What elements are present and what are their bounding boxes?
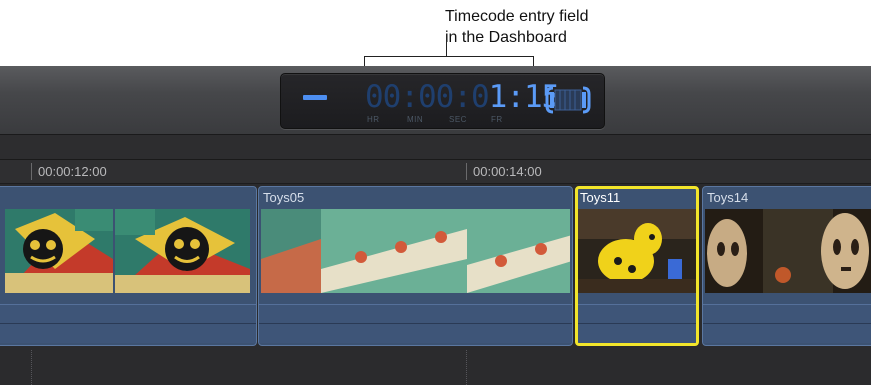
timeline-clip-toys-box[interactable] [0,186,257,346]
timeline-clip-toys05[interactable]: Toys05 [258,186,573,346]
ruler-tick [31,163,32,180]
unit-hr: HR [367,115,380,124]
timeline-empty-area [0,350,871,385]
filmstrip-clip-icon[interactable] [543,84,593,116]
timeline-clip-toys14[interactable]: Toys14 [702,186,871,346]
primary-storyline: Toys05 Toys11 Toys14 [0,184,871,350]
ruler-tick [466,163,467,180]
clip-thumbnail [578,209,696,293]
annotation-leader-line [446,42,447,56]
gridline [466,350,468,385]
timecode-units: HR MIN SEC FR [365,115,515,125]
clip-name: Toys14 [707,190,749,205]
ruler-label-2: 00:00:14:00 [473,164,542,179]
clip-thumbnail [5,209,113,293]
clip-name: Toys05 [263,190,305,205]
toolbar: 00:00:01:15 HR MIN SEC FR [0,66,871,135]
timecode-entry-field[interactable]: 00:00:01:15 [365,79,560,115]
ruler-label-1: 00:00:12:00 [38,164,107,179]
clip-filmstrip [261,209,570,293]
annotation-callout: Timecode entry field in the Dashboard [445,6,675,48]
clip-filmstrip [0,209,254,293]
clip-filmstrip [578,209,696,293]
unit-sec: SEC [449,115,467,124]
annotation-line-2: in the Dashboard [445,29,567,46]
clip-filmstrip [705,209,871,293]
timeline-header-bar [0,135,871,160]
minus-icon[interactable] [303,95,327,100]
clip-name: Toys11 [580,190,621,205]
timeline-clip-toys11[interactable]: Toys11 [575,186,699,346]
clip-audio-waveform [0,304,256,343]
clip-audio-waveform [578,304,696,343]
clip-thumbnail [261,209,570,293]
dashboard: 00:00:01:15 HR MIN SEC FR [280,73,605,129]
clip-thumbnail [115,209,250,293]
gridline [31,350,33,385]
annotation-line-1: Timecode entry field [445,8,589,25]
timecode-inactive-digits: 00:00:0 [365,79,490,115]
timeline-ruler[interactable]: 00:00:12:00 00:00:14:00 [0,160,871,184]
clip-thumbnail [705,209,871,293]
final-cut-window: 00:00:01:15 HR MIN SEC FR 00:00:12:00 00… [0,66,871,385]
clip-audio-waveform [259,304,572,343]
unit-min: MIN [407,115,424,124]
clip-audio-waveform [703,304,871,343]
unit-fr: FR [491,115,503,124]
